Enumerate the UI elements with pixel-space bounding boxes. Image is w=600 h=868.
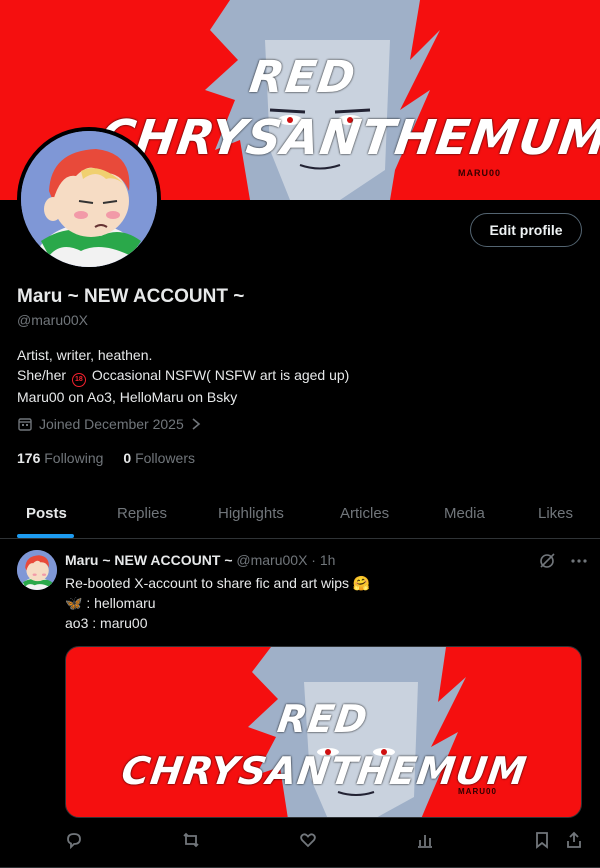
post-actions xyxy=(65,831,585,853)
media-title-line1: RED xyxy=(274,697,371,741)
avatar-illustration xyxy=(21,131,157,267)
post-line-1: Re-booted X-account to share fic and art… xyxy=(65,575,371,591)
tab-media[interactable]: Media xyxy=(444,488,485,538)
bio-nsfw-note: Occasional NSFW( NSFW art is aged up) xyxy=(91,367,350,383)
profile-handle: @maru00X xyxy=(17,312,89,328)
post-text: Re-booted X-account to share fic and art… xyxy=(65,573,370,633)
calendar-icon xyxy=(18,418,32,431)
tab-replies[interactable]: Replies xyxy=(117,488,167,538)
like-icon xyxy=(300,833,316,848)
views-icon xyxy=(418,835,432,848)
profile-tabs: Posts Replies Highlights Articles Media … xyxy=(0,488,600,539)
bio-line-1: Artist, writer, heathen. xyxy=(17,347,153,363)
bio-line-2: She/her 18 Occasional NSFW( NSFW art is … xyxy=(17,365,349,387)
post-avatar-illustration xyxy=(17,550,57,590)
post-item[interactable]: Maru ~ NEW ACCOUNT ~ @maru00X · 1h Re-bo… xyxy=(0,538,600,868)
post-line-3: ao3 : maru00 xyxy=(65,615,148,631)
post-media-image[interactable]: RED CHRYSANTHEMUM MARU00 xyxy=(65,646,582,818)
bookmark-button[interactable] xyxy=(533,831,553,851)
profile-name: Maru ~ NEW ACCOUNT ~ xyxy=(17,286,245,307)
share-button[interactable] xyxy=(565,831,585,851)
followers-link[interactable]: 0 Followers xyxy=(123,450,195,466)
repost-button[interactable] xyxy=(182,831,202,851)
post-avatar[interactable] xyxy=(17,550,57,590)
repost-icon xyxy=(183,832,199,848)
profile-avatar[interactable] xyxy=(17,127,161,271)
grok-icon[interactable] xyxy=(538,552,556,570)
tab-posts[interactable]: Posts xyxy=(26,488,67,538)
tab-highlights[interactable]: Highlights xyxy=(218,488,284,538)
bookmark-icon xyxy=(536,832,548,849)
reply-button[interactable] xyxy=(65,831,85,851)
tab-articles[interactable]: Articles xyxy=(340,488,389,538)
post-header: Maru ~ NEW ACCOUNT ~ @maru00X · 1h xyxy=(65,552,335,568)
profile-bio: Artist, writer, heathen. She/her 18 Occa… xyxy=(17,345,349,407)
banner-title-line1: RED xyxy=(246,52,361,103)
bio-pronouns: She/her xyxy=(17,367,67,383)
chevron-right-icon xyxy=(192,418,201,430)
like-button[interactable] xyxy=(299,831,319,851)
more-icon[interactable] xyxy=(570,552,588,570)
following-link[interactable]: 176 Following xyxy=(17,450,103,466)
banner-title-line2: CHRYSANTHEMUM xyxy=(96,110,600,166)
post-line-2: 🦋 : hellomaru xyxy=(65,595,156,611)
media-signature: MARU00 xyxy=(458,787,497,796)
follow-stats: 176 Following 0 Followers xyxy=(17,450,195,466)
bio-line-3: Maru00 on Ao3, HelloMaru on Bsky xyxy=(17,389,238,405)
post-top-actions xyxy=(538,552,588,570)
post-author-name[interactable]: Maru ~ NEW ACCOUNT ~ xyxy=(65,552,233,568)
adult-content-icon: 18 xyxy=(71,373,86,387)
reply-icon xyxy=(67,833,81,850)
post-meta[interactable]: @maru00X · 1h xyxy=(236,552,335,568)
joined-date[interactable]: Joined December 2025 xyxy=(17,416,202,432)
share-icon xyxy=(567,831,581,848)
tab-likes[interactable]: Likes xyxy=(538,488,573,538)
banner-signature: MARU00 xyxy=(458,168,502,178)
views-button[interactable] xyxy=(416,831,436,851)
joined-text: Joined December 2025 xyxy=(39,416,184,432)
edit-profile-button[interactable]: Edit profile xyxy=(470,213,582,247)
